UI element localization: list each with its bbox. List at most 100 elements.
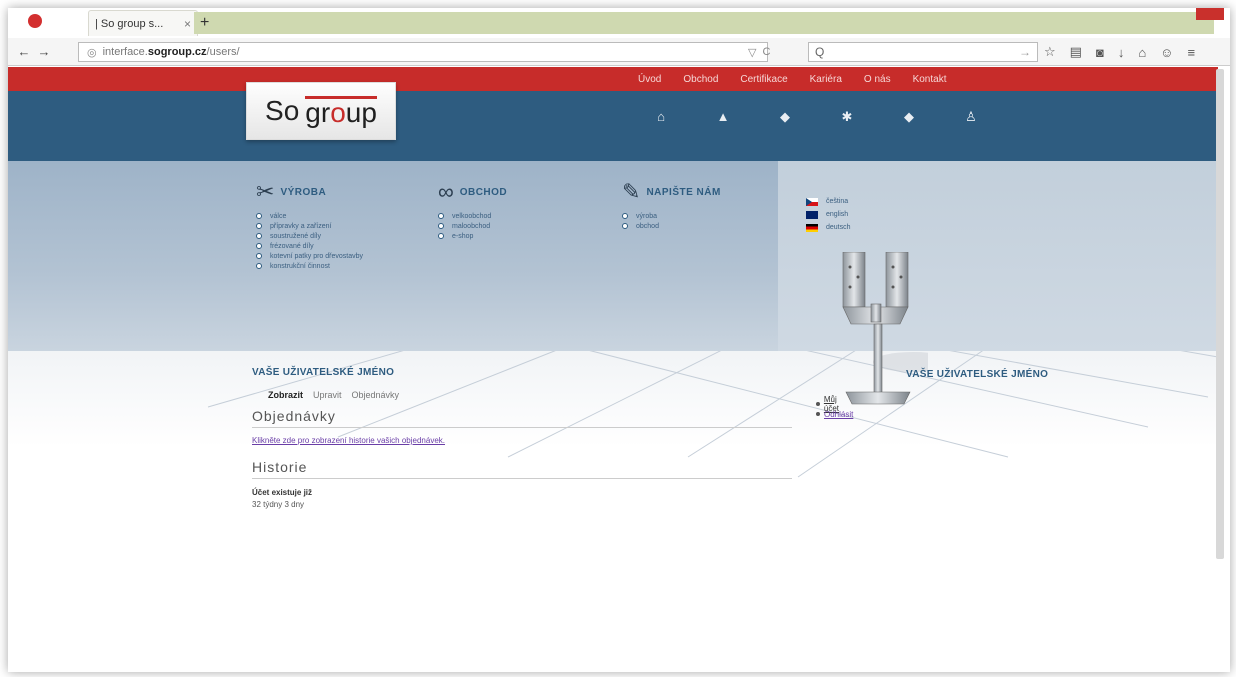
menu-napiste-title[interactable]: NAPIŠTE NÁM: [646, 187, 720, 198]
bullet-icon: [256, 263, 262, 269]
history-heading: Historie: [252, 459, 792, 479]
menu-item-label: přípravky a zařízení: [270, 222, 332, 230]
bag-icon[interactable]: ▲: [715, 109, 731, 129]
czech-flag-icon: [806, 197, 818, 206]
sidebar-username-heading: VAŠE UŽIVATELSKÉ JMÉNO: [906, 369, 1049, 380]
top-menu-o-nas[interactable]: O nás: [864, 74, 891, 85]
logout-link[interactable]: Odhlásit: [824, 410, 853, 419]
menu-item[interactable]: válce: [256, 211, 363, 221]
tag-icon[interactable]: ◆: [777, 109, 793, 129]
top-menu-kariera[interactable]: Kariéra: [810, 74, 842, 85]
tools-icon: ✂: [256, 179, 275, 204]
menu-item[interactable]: výroba: [622, 211, 721, 221]
forward-arrow-icon[interactable]: →: [36, 44, 52, 60]
url-history-dropdown-icon[interactable]: ▽: [748, 46, 756, 59]
logo-o: o: [330, 96, 346, 128]
menu-item[interactable]: velkoobchod: [438, 211, 507, 221]
sidebar-link-logout[interactable]: Odhlásit: [816, 409, 853, 419]
pocket-icon[interactable]: ◙: [1096, 45, 1104, 60]
top-menu: Úvod Obchod Certifikace Kariéra O nás Ko…: [638, 67, 947, 91]
reload-icon[interactable]: C: [762, 46, 770, 58]
bullet-icon: [256, 223, 262, 229]
menu-item[interactable]: frézované díly: [256, 241, 363, 251]
site-info-icon[interactable]: ◎: [87, 46, 97, 59]
chat-icon[interactable]: ☺: [1160, 45, 1173, 60]
navigation-bar: ← → ◎ interface. sogroup.cz/users/ ▽ C Q …: [8, 38, 1230, 66]
menu-item-label: obchod: [636, 222, 659, 230]
bullet-icon: [816, 412, 820, 416]
lang-en[interactable]: english: [806, 208, 851, 221]
download-icon[interactable]: ↓: [1118, 45, 1125, 60]
account-age-value: 32 týdny 3 dny: [252, 500, 305, 509]
top-menu-kontakt[interactable]: Kontakt: [913, 74, 947, 85]
site-logo[interactable]: So group: [246, 82, 396, 140]
uk-flag-icon: [806, 210, 818, 219]
bookmark-star-icon[interactable]: ☆: [1044, 44, 1056, 60]
bullet-icon: [256, 213, 262, 219]
anchor-bracket-image: [842, 252, 928, 405]
bullet-icon: [438, 233, 444, 239]
orders-history-link[interactable]: Klikněte zde pro zobrazení historie vaši…: [252, 436, 792, 445]
home-icon[interactable]: ⌂: [653, 109, 669, 129]
menu-item-label: velkoobchod: [452, 212, 492, 220]
url-bar-actions: ▽ C: [748, 42, 770, 62]
lang-label: english: [826, 211, 849, 218]
browser-tab[interactable]: | So group s... ×: [88, 10, 198, 36]
bullet-icon: [438, 223, 444, 229]
people-icon[interactable]: ✱: [839, 109, 855, 129]
menu-item[interactable]: kotevní patky pro dřevostavby: [256, 251, 363, 261]
menu-vyroba-title[interactable]: VÝROBA: [280, 187, 326, 198]
menu-item[interactable]: e-shop: [438, 231, 507, 241]
lang-cs[interactable]: čeština: [806, 195, 851, 208]
tab-orders[interactable]: Objednávky: [352, 390, 400, 400]
bookmarks-list-icon[interactable]: ▤: [1070, 44, 1082, 60]
header-icon-row: ⌂ ▲ ◆ ✱ ◆ ♙: [653, 109, 979, 129]
lang-label: deutsch: [826, 224, 851, 231]
bullet-icon: [816, 402, 820, 406]
top-menu-certifikace[interactable]: Certifikace: [740, 74, 787, 85]
url-domain: sogroup.cz: [147, 46, 207, 58]
menu-item[interactable]: přípravky a zařízení: [256, 221, 363, 231]
url-prefix: interface.: [102, 46, 148, 58]
sidebar-links: Můj účet Odhlásit: [816, 395, 853, 419]
top-menu-uvod[interactable]: Úvod: [638, 74, 661, 85]
firefox-logo-icon: [28, 14, 42, 28]
menu-icon[interactable]: ≡: [1187, 45, 1195, 60]
new-tab-button[interactable]: +: [194, 12, 1214, 34]
home-icon[interactable]: ⌂: [1138, 45, 1146, 60]
bullet-icon: [622, 223, 628, 229]
menu-item[interactable]: konstrukční činnost: [256, 261, 363, 271]
menu-obchod-title[interactable]: OBCHOD: [460, 187, 507, 198]
url-path: /users/: [206, 46, 240, 58]
menu-item[interactable]: soustružené díly: [256, 231, 363, 241]
blue-header-bar: [8, 91, 1218, 161]
tab-edit[interactable]: Upravit: [313, 390, 342, 400]
close-tab-icon[interactable]: ×: [184, 17, 191, 31]
german-flag-icon: [806, 223, 818, 232]
logo-gr: gr: [305, 96, 331, 128]
plus-icon: +: [200, 14, 210, 31]
sidebar-link-my-account[interactable]: Můj účet: [816, 395, 853, 413]
menu-item[interactable]: obchod: [622, 221, 721, 231]
user-icon[interactable]: ♙: [963, 109, 979, 129]
window-close-button[interactable]: [1196, 8, 1224, 20]
url-bar[interactable]: ◎ interface. sogroup.cz/users/: [78, 42, 768, 62]
search-go-icon[interactable]: →: [1019, 45, 1031, 59]
lang-de[interactable]: deutsch: [806, 221, 851, 234]
toolbar-icons: ☆ ▤ ◙ ↓ ⌂ ☺ ≡: [1044, 42, 1195, 62]
search-icon: Q: [815, 45, 825, 59]
menu-item-label: e-shop: [452, 232, 474, 240]
back-arrow-icon[interactable]: ←: [16, 44, 32, 60]
page-scrollbar[interactable]: [1216, 69, 1224, 559]
top-red-bar: [8, 67, 1218, 91]
menu-item[interactable]: maloobchod: [438, 221, 507, 231]
search-input[interactable]: Q →: [808, 42, 1038, 62]
username-heading: VAŠE UŽIVATELSKÉ JMÉNO: [252, 367, 395, 378]
tab-title: | So group s...: [95, 17, 164, 30]
tag-icon[interactable]: ◆: [901, 109, 917, 129]
menu-item-label: konstrukční činnost: [270, 262, 330, 270]
tab-view[interactable]: Zobrazit: [268, 390, 303, 400]
menu-napiste: ✎ NAPIŠTE NÁM výroba obchod: [622, 179, 721, 231]
top-menu-obchod[interactable]: Obchod: [683, 74, 718, 85]
user-content: VAŠE UŽIVATELSKÉ JMÉNO Zobrazit Upravit …: [252, 367, 792, 511]
